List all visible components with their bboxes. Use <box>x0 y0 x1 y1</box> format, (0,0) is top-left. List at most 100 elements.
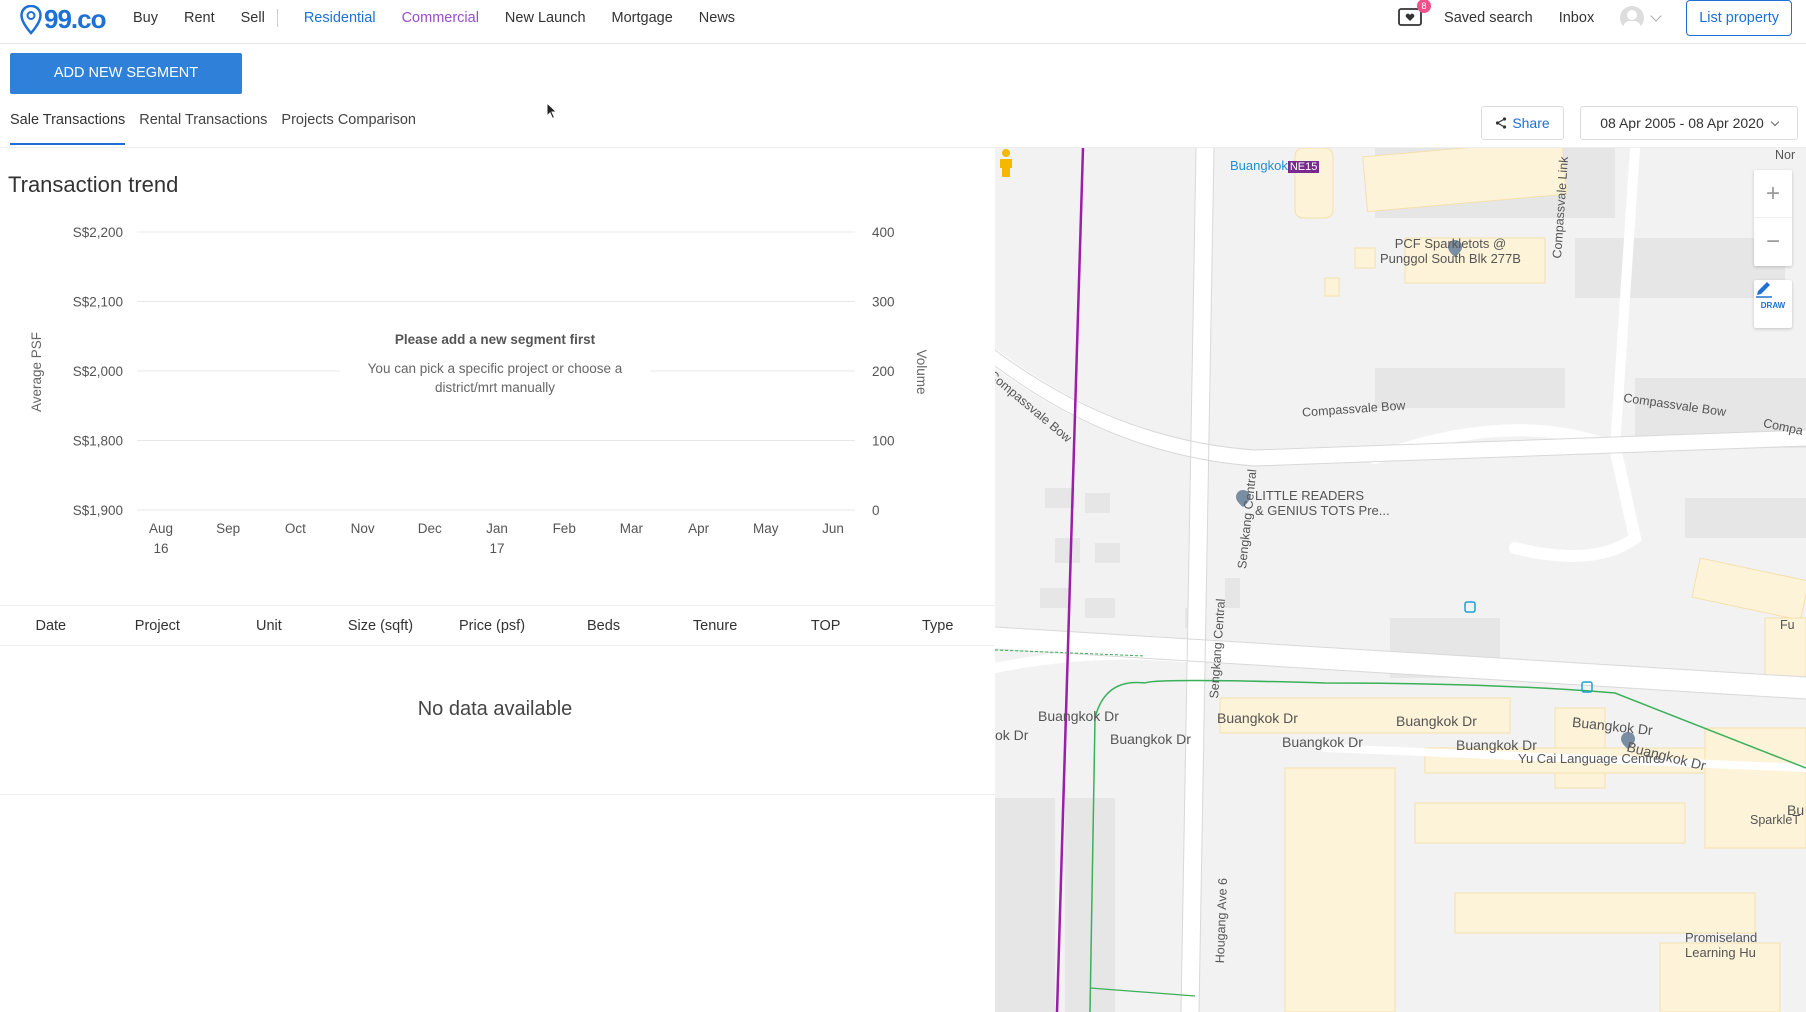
poi-line-2: & GENIUS TOTS Pre... <box>1255 503 1390 518</box>
y-axis-title: Average PSF <box>29 332 44 412</box>
mrt-station-label[interactable]: Buangkok NE15 <box>1230 158 1320 173</box>
road-buangkok-dr: Buangkok Dr <box>1396 713 1477 729</box>
y2-axis-tick-label: 100 <box>872 434 895 449</box>
avatar[interactable] <box>1620 6 1645 30</box>
y-axis-tick-label: S$2,000 <box>73 364 123 379</box>
mouse-cursor-icon <box>546 102 558 120</box>
add-new-segment-button[interactable]: ADD NEW SEGMENT <box>10 53 242 94</box>
map-canvas[interactable] <box>995 148 1806 1012</box>
pencil-icon <box>1756 282 1772 298</box>
share-label: Share <box>1512 115 1550 131</box>
nav-sell[interactable]: Sell <box>241 10 265 26</box>
x-axis-tick-sublabel: 16 <box>153 541 168 556</box>
tab-rental-transactions[interactable]: Rental Transactions <box>139 112 267 145</box>
road-buangkok-dr: Buangkok Dr <box>1282 734 1363 750</box>
page-title: Transaction trend <box>8 172 179 197</box>
x-axis-tick-label: Sep <box>216 521 240 536</box>
poi-sparkletots[interactable]: PCF Sparkletots @ Punggol South Blk 277B <box>1380 236 1521 266</box>
poi-line-2: Learning Hu <box>1685 945 1756 960</box>
x-axis-tick-label: Dec <box>418 521 442 536</box>
zoom-control: + − <box>1754 170 1792 266</box>
road-buangkok-dr: Buangkok Dr <box>1217 710 1298 726</box>
column-header-beds[interactable]: Beds <box>548 618 660 634</box>
date-range-value: 08 Apr 2005 - 08 Apr 2020 <box>1600 115 1764 131</box>
nav-commercial[interactable]: Commercial <box>402 10 479 26</box>
poi-promiseland[interactable]: Promiseland Learning Hu <box>1685 930 1757 960</box>
zoom-in-button[interactable]: + <box>1754 170 1792 218</box>
empty-subtitle: You can pick a specific project or choos… <box>340 359 650 397</box>
road-buangkok-dr: Buangkok Dr <box>1038 708 1119 724</box>
column-header-top[interactable]: TOP <box>771 618 881 634</box>
y-axis-tick-label: S$1,800 <box>73 434 123 449</box>
x-axis-tick-label: Apr <box>688 521 710 536</box>
chevron-down-icon <box>1770 117 1779 126</box>
list-property-button[interactable]: List property <box>1686 0 1792 36</box>
nav-news[interactable]: News <box>699 10 735 26</box>
top-navigation-bar: 99.co Buy Rent Sell Residential Commerci… <box>0 0 1806 44</box>
table-divider <box>0 794 995 795</box>
road-fu: Fu <box>1780 618 1795 632</box>
poi-line-2: Punggol South Blk 277B <box>1380 251 1521 266</box>
column-header-tenure[interactable]: Tenure <box>659 618 771 634</box>
street-view-pegman-icon[interactable] <box>995 148 1017 178</box>
draw-button[interactable]: DRAW <box>1754 280 1792 328</box>
station-code-badge: NE15 <box>1287 161 1320 173</box>
y2-axis-tick-label: 200 <box>872 364 895 379</box>
poi-line-1: Promiseland <box>1685 930 1758 945</box>
table-empty-message: No data available <box>417 698 573 720</box>
nav-rent[interactable]: Rent <box>184 10 215 26</box>
date-range-select[interactable]: 08 Apr 2005 - 08 Apr 2020 <box>1580 106 1798 140</box>
column-header-unit[interactable]: Unit <box>213 618 325 634</box>
brand-name: 99.co <box>44 4 106 34</box>
road-nor: Nor <box>1775 148 1796 162</box>
draw-label: DRAW <box>1760 300 1786 310</box>
column-header-date[interactable]: Date <box>0 618 102 634</box>
shortlist-button[interactable]: 8 <box>1398 0 1432 30</box>
logo[interactable]: 99.co <box>20 4 106 35</box>
poi-line-1: PCF Sparkletots @ <box>1394 236 1507 251</box>
nav-buy[interactable]: Buy <box>133 10 158 26</box>
x-axis-tick-label: Mar <box>620 521 644 536</box>
shortlist-count-badge: 8 <box>1417 0 1432 13</box>
column-header-size-sqft[interactable]: Size (sqft) <box>325 618 437 634</box>
chevron-down-icon[interactable] <box>1650 10 1662 22</box>
y2-axis-tick-label: 300 <box>872 295 895 310</box>
share-button[interactable]: Share <box>1481 106 1564 140</box>
x-axis-tick-label: Jan <box>486 521 508 536</box>
main-nav: Buy Rent Sell Residential Commercial New… <box>133 0 761 36</box>
x-axis-tick-label: Jun <box>822 521 844 536</box>
y2-axis-tick-label: 400 <box>872 225 895 240</box>
poi-little-readers[interactable]: LITTLE READERS & GENIUS TOTS Pre... <box>1255 488 1390 518</box>
column-header-project[interactable]: Project <box>102 618 214 634</box>
tab-sale-transactions[interactable]: Sale Transactions <box>10 112 126 145</box>
nav-mortgage[interactable]: Mortgage <box>612 10 673 26</box>
map-view[interactable]: Buangkok NE15 PCF Sparkletots @ Punggol S… <box>995 148 1806 1012</box>
y-axis-tick-label: S$2,200 <box>73 225 123 240</box>
saved-search-link[interactable]: Saved search <box>1444 10 1533 26</box>
x-axis-tick-label: Feb <box>553 521 576 536</box>
empty-title: Please add a new segment first <box>390 332 600 347</box>
road-ok-dr: ok Dr <box>995 727 1029 743</box>
tab-projects-comparison[interactable]: Projects Comparison <box>281 112 416 145</box>
road-hougang-ave-6: Hougang Ave 6 <box>1213 877 1230 964</box>
y-axis-tick-label: S$2,100 <box>73 295 123 310</box>
zoom-out-button[interactable]: − <box>1754 218 1792 266</box>
y2-axis-tick-label: 0 <box>872 503 880 518</box>
column-header-price-psf[interactable]: Price (psf) <box>436 618 548 634</box>
station-name: Buangkok <box>1230 158 1288 173</box>
nav-residential[interactable]: Residential <box>304 10 376 26</box>
y2-axis-title: Volume <box>914 349 929 394</box>
user-nav: 8 Saved search Inbox List property <box>1398 0 1806 36</box>
location-pin-icon <box>20 4 42 35</box>
x-axis-tick-label: Oct <box>285 521 306 536</box>
road-buangkok-dr: Buangkok Dr <box>1110 731 1191 747</box>
x-axis-tick-sublabel: 17 <box>489 541 504 556</box>
road-bu: Bu <box>1787 802 1805 818</box>
column-header-type[interactable]: Type <box>880 618 995 634</box>
transaction-tabs: Sale Transactions Rental Transactions Pr… <box>10 112 430 145</box>
x-axis-tick-label: Aug <box>149 521 173 536</box>
chart-empty-message: Please add a new segment first You can p… <box>340 331 650 397</box>
inbox-link[interactable]: Inbox <box>1559 10 1594 26</box>
road-buangkok-dr: Buangkok Dr <box>1456 737 1537 753</box>
nav-new-launch[interactable]: New Launch <box>505 10 586 26</box>
